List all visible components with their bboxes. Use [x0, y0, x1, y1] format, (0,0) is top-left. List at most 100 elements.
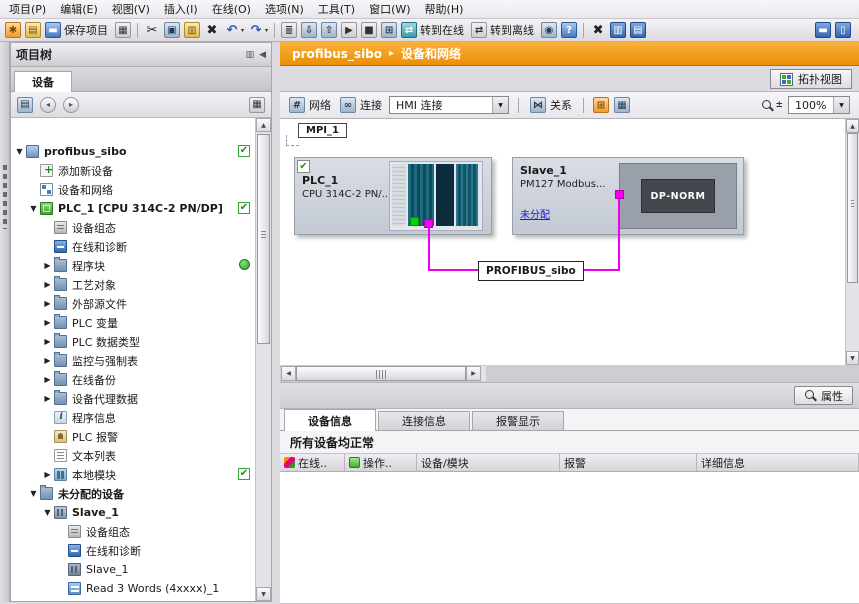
- split-vertical-button[interactable]: ▤: [629, 21, 647, 40]
- project-tree-scrollbar[interactable]: ▲ ▼: [255, 118, 271, 601]
- expander-icon[interactable]: ▶: [42, 280, 53, 289]
- tree-item[interactable]: ▶本地模块: [11, 465, 255, 484]
- properties-button[interactable]: 属性: [794, 386, 853, 405]
- menu-item[interactable]: 编辑(E): [53, 0, 105, 19]
- new-project-button[interactable]: ✱: [4, 21, 22, 40]
- menu-item[interactable]: 选项(N): [258, 0, 311, 19]
- profibus-line[interactable]: [428, 226, 430, 270]
- zoom-icon[interactable]: ±: [761, 99, 783, 112]
- tree-item[interactable]: ▶设备代理数据: [11, 389, 255, 408]
- breadcrumb-project[interactable]: profibus_sibo: [292, 47, 382, 61]
- scrollbar-thumb[interactable]: [847, 133, 858, 283]
- collapse-panel-button[interactable]: ◀: [259, 50, 266, 60]
- tree-item[interactable]: ▶监控与强制表: [11, 351, 255, 370]
- tree-item[interactable]: ▼Slave_1: [11, 503, 255, 522]
- tree-item[interactable]: 添加新设备: [11, 161, 255, 180]
- tree-item[interactable]: PLC 报警: [11, 427, 255, 446]
- scroll-right-icon[interactable]: ▶: [466, 366, 481, 381]
- print-button[interactable]: ▦: [114, 21, 132, 40]
- upload-from-device-button[interactable]: ⇧: [320, 21, 338, 40]
- network-mode-button[interactable]: # 网络: [287, 95, 333, 115]
- menu-item[interactable]: 帮助(H): [418, 0, 471, 19]
- tree-item[interactable]: 设备和网络: [11, 180, 255, 199]
- expander-icon[interactable]: ▼: [28, 489, 39, 498]
- redo-button[interactable]: ↷▾: [247, 21, 269, 40]
- accessible-devices-button[interactable]: ⊞: [380, 21, 398, 40]
- chevron-down-icon[interactable]: ▼: [833, 97, 849, 113]
- mpi-port[interactable]: [410, 217, 419, 226]
- tree-item[interactable]: ▼未分配的设备: [11, 484, 255, 503]
- menu-item[interactable]: 在线(O): [205, 0, 258, 19]
- go-online-button[interactable]: ⇄转到在线: [400, 21, 468, 40]
- sort-button[interactable]: ▤: [16, 95, 34, 114]
- expander-icon[interactable]: ▶: [42, 375, 53, 384]
- device-slave1[interactable]: Slave_1 PM127 Modbus... 未分配 DP-NORM: [512, 157, 744, 235]
- tree-item[interactable]: 在线和诊断: [11, 541, 255, 560]
- column-header[interactable]: 在线..: [280, 454, 345, 471]
- expander-icon[interactable]: ▼: [42, 508, 53, 517]
- topology-view-tab[interactable]: 拓扑视图: [770, 69, 852, 89]
- expander-icon[interactable]: ▶: [42, 337, 53, 346]
- inspector-tab[interactable]: 连接信息: [378, 411, 470, 431]
- profibus-line[interactable]: [618, 197, 620, 271]
- expander-icon[interactable]: ▶: [42, 394, 53, 403]
- menu-item[interactable]: 项目(P): [2, 0, 53, 19]
- network-canvas[interactable]: MPI_1 PROFIBUS_sibo PLC_1 CPU 314C-2 PN/…: [280, 119, 845, 365]
- tree-item[interactable]: 设备组态: [11, 522, 255, 541]
- relations-button[interactable]: ⋈ 关系: [528, 95, 574, 115]
- collapsed-panel-strip[interactable]: [0, 42, 10, 602]
- column-settings-button[interactable]: ▦: [248, 95, 266, 114]
- compile-button[interactable]: ≣: [280, 21, 298, 40]
- cut-button[interactable]: ✂: [143, 21, 161, 40]
- scroll-up-icon[interactable]: ▲: [846, 119, 859, 133]
- horizontal-scrollbar[interactable]: ◀ ▶: [281, 366, 486, 381]
- menu-item[interactable]: 工具(T): [311, 0, 362, 19]
- scrollbar-thumb[interactable]: [257, 134, 270, 344]
- delete-button[interactable]: ✖: [203, 21, 221, 40]
- page-preview-icon[interactable]: ▦: [614, 97, 630, 113]
- scroll-up-icon[interactable]: ▲: [256, 118, 271, 132]
- connections-mode-button[interactable]: ∞ 连接: [338, 95, 384, 115]
- tab-devices[interactable]: 设备: [14, 71, 72, 92]
- menu-item[interactable]: 插入(I): [157, 0, 205, 19]
- help-button[interactable]: ?: [560, 21, 578, 40]
- tree-item[interactable]: ▶PLC 数据类型: [11, 332, 255, 351]
- download-to-device-button[interactable]: ⇩: [300, 21, 318, 40]
- column-header[interactable]: 详细信息: [697, 454, 859, 471]
- go-offline-button[interactable]: ⇄转到离线: [470, 21, 538, 40]
- forward-button[interactable]: ▸: [62, 95, 80, 114]
- expander-icon[interactable]: ▶: [42, 318, 53, 327]
- tree-item[interactable]: Slave_1: [11, 560, 255, 579]
- expander-icon[interactable]: ▼: [28, 204, 39, 213]
- close-editor-button[interactable]: ✖: [589, 21, 607, 40]
- profibus-network-label[interactable]: PROFIBUS_sibo: [478, 261, 584, 281]
- split-horizontal-button[interactable]: ▥: [609, 21, 627, 40]
- tree-item[interactable]: ▶PLC 变量: [11, 313, 255, 332]
- tree-item[interactable]: ▶程序块: [11, 256, 255, 275]
- tree-item[interactable]: Read 3 Words (4xxxx)_1: [11, 579, 255, 598]
- show-addresses-icon[interactable]: ⊞: [593, 97, 609, 113]
- menu-item[interactable]: 视图(V): [105, 0, 157, 19]
- tree-item[interactable]: ▼profibus_sibo: [11, 142, 255, 161]
- start-cpu-button[interactable]: ▶: [340, 21, 358, 40]
- canvas-vertical-scrollbar[interactable]: ▲ ▼: [845, 119, 859, 365]
- scroll-down-icon[interactable]: ▼: [256, 587, 271, 601]
- back-button[interactable]: ◂: [39, 95, 57, 114]
- column-header[interactable]: 操作..: [345, 454, 417, 471]
- device-plc1[interactable]: PLC_1 CPU 314C-2 PN/...: [294, 157, 492, 235]
- tree-item[interactable]: ▶外部源文件: [11, 294, 255, 313]
- expander-icon[interactable]: ▶: [42, 299, 53, 308]
- expander-icon[interactable]: ▼: [14, 147, 25, 156]
- tree-item[interactable]: 设备组态: [11, 218, 255, 237]
- scroll-down-icon[interactable]: ▼: [846, 351, 859, 365]
- scrollbar-thumb[interactable]: [296, 366, 466, 381]
- inspector-tab[interactable]: 设备信息: [284, 409, 376, 431]
- dp-port[interactable]: [615, 190, 624, 199]
- chevron-down-icon[interactable]: ▼: [492, 97, 508, 113]
- undo-button[interactable]: ↶▾: [223, 21, 245, 40]
- paste-button[interactable]: ▥: [183, 21, 201, 40]
- zoom-select[interactable]: 100% ▼: [788, 96, 850, 114]
- expander-icon[interactable]: ▶: [42, 261, 53, 270]
- breadcrumb-page[interactable]: 设备和网络: [401, 45, 461, 62]
- column-header[interactable]: 报警: [560, 454, 697, 471]
